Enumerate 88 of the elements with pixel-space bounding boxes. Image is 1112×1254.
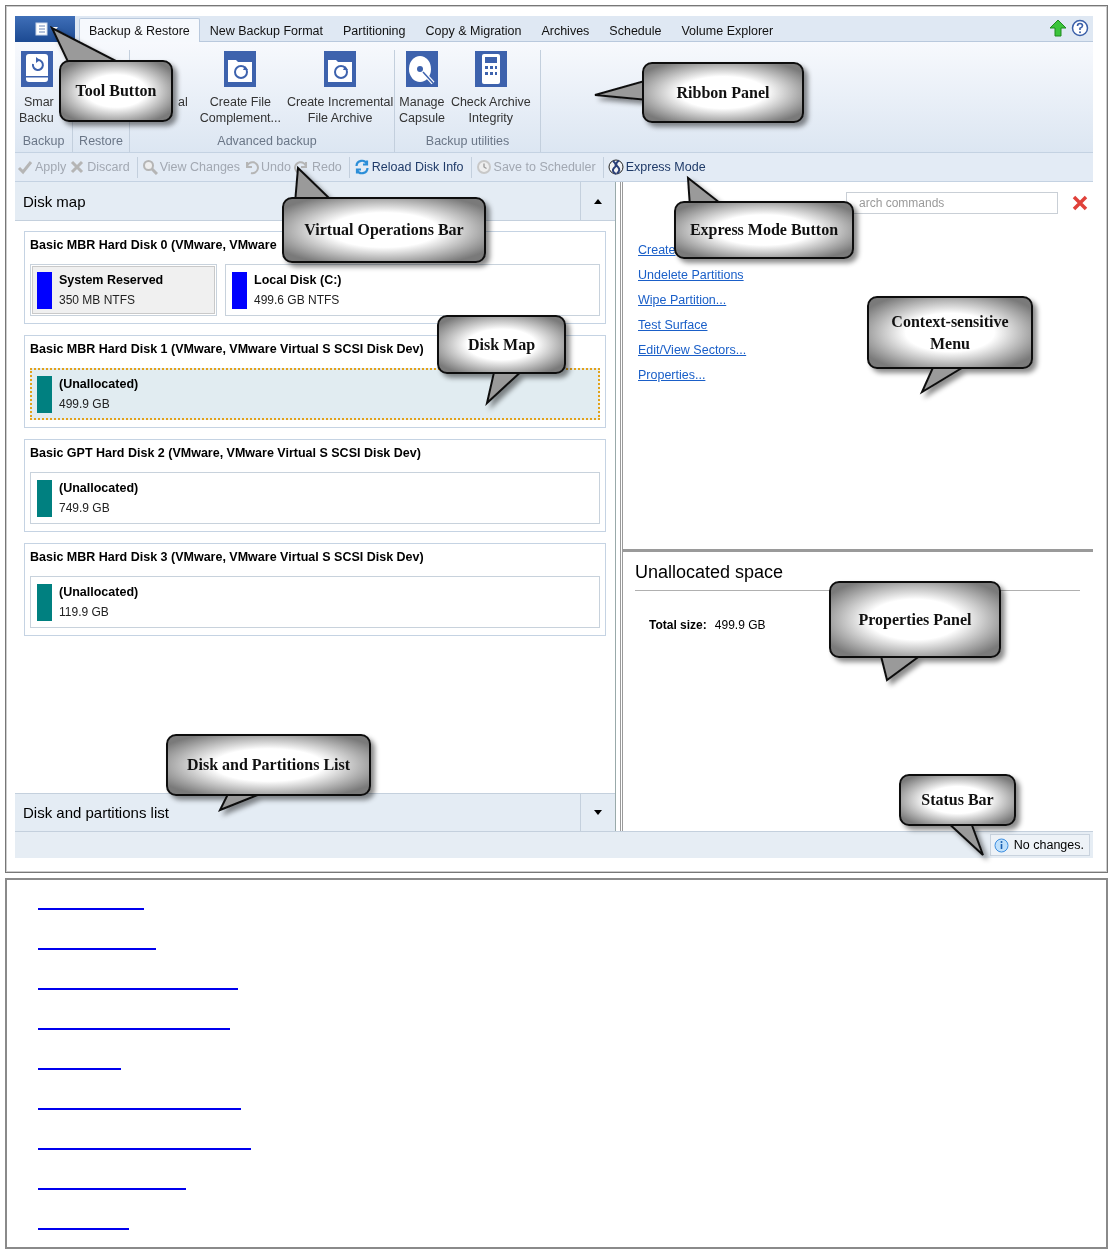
ribbon-group-label: Backup utilities (424, 133, 511, 150)
express-mode-button[interactable]: Express Mode (607, 159, 709, 175)
property-label: Total size: (649, 618, 707, 632)
link-underline[interactable] (38, 908, 144, 910)
panel-title: Disk and partitions list (22, 804, 170, 821)
disk-title: Basic MBR Hard Disk 3 (VMware, VMware Virtual S SCSI Disk Dev) (30, 550, 424, 566)
folder-icon (323, 50, 358, 88)
search-field[interactable]: arch commands (846, 192, 1058, 214)
tab[interactable]: Schedule (599, 19, 672, 42)
magnifier-icon (141, 159, 158, 175)
partition-name: System Reserved (59, 273, 164, 287)
refresh-icon (353, 159, 370, 175)
tab[interactable]: Volume Explorer (671, 19, 784, 42)
partition-name: (Unallocated) (59, 481, 139, 495)
partition-name: (Unallocated) (59, 377, 139, 391)
redo-icon (293, 159, 310, 175)
link-underline[interactable] (38, 1108, 241, 1110)
callout-label: Ribbon Panel (676, 82, 770, 103)
check-icon (17, 159, 33, 175)
callout-label: Virtual Operations Bar (304, 220, 464, 241)
tab[interactable]: Archives (531, 19, 600, 42)
partition-tile[interactable]: System Reserved 350 MB NTFS (30, 264, 217, 316)
partition-tile[interactable]: (Unallocated) 499.9 GB (30, 368, 600, 420)
callout-label: Status Bar (921, 790, 994, 810)
partition-size: 350 MB NTFS (59, 293, 137, 307)
command-link[interactable]: Wipe Partition... (638, 291, 727, 310)
globe-icon (607, 159, 624, 175)
command-link[interactable]: Edit/View Sectors... (638, 341, 747, 360)
partition-name: Local Disk (C:) (254, 273, 342, 287)
clock-icon (475, 159, 492, 175)
command-link[interactable]: Properties... (638, 366, 706, 385)
link-underline[interactable] (38, 1148, 251, 1150)
up-arrow-icon[interactable] (1049, 19, 1067, 37)
ribbon-group-label: Advanced backup (216, 133, 318, 150)
partition-size: 499.6 GB NTFS (254, 293, 341, 307)
close-icon[interactable] (1072, 195, 1088, 211)
callout-label: Context-sensitive Menu (890, 311, 1010, 354)
ribbon-button[interactable]: Manage Capsule (399, 50, 445, 132)
ribbon-button[interactable]: Create Incremental File Archive (287, 50, 394, 132)
caret-up-icon (594, 198, 602, 204)
command-link[interactable]: Create (638, 241, 676, 260)
callout-label: Disk Map (467, 334, 536, 356)
ribbon-button[interactable]: al (178, 94, 188, 110)
undo-icon (243, 159, 260, 175)
partition-size: 749.9 GB (59, 501, 111, 515)
disk-title: Basic GPT Hard Disk 2 (VMware, VMware Virtual S SCSI Disk Dev) (30, 446, 421, 462)
link-underline[interactable] (38, 1228, 129, 1230)
disc-wrench-icon (404, 50, 439, 88)
cross-icon (69, 159, 86, 175)
tab[interactable]: New Backup Format (199, 19, 333, 42)
calculator-icon (473, 50, 508, 88)
caret-down-icon (594, 810, 602, 815)
partition-tile[interactable]: Local Disk (C:) 499.6 GB NTFS (225, 264, 600, 316)
ribbon-button[interactable]: Create File Complement... (199, 50, 281, 132)
info-icon (993, 837, 1009, 853)
ribbon-button[interactable]: Smar Backu (19, 50, 54, 132)
partition-name: (Unallocated) (59, 585, 139, 599)
partition-tile[interactable]: (Unallocated) 749.9 GB (30, 472, 600, 524)
command-link[interactable]: Test Surface (638, 316, 708, 335)
link-underline[interactable] (38, 1068, 121, 1070)
folder-icon (223, 50, 258, 88)
disk-title: Basic MBR Hard Disk 0 (VMware, VMware (30, 238, 277, 254)
callout-label: Tool Button (75, 81, 157, 101)
command-link[interactable]: Undelete Partitions (638, 266, 744, 285)
tab[interactable]: Copy & Migration (415, 19, 532, 42)
status-text: No changes. (1013, 838, 1084, 852)
drive-icon (19, 50, 54, 88)
partition-size: 499.9 GB (59, 397, 111, 411)
panel-title: Disk map (22, 192, 87, 210)
ribbon-group-label: Backup (21, 133, 66, 150)
ribbon-group-label: Restore (78, 133, 124, 150)
toolbar-button[interactable]: Reload Disk Info (353, 159, 467, 175)
help-icon[interactable] (1071, 19, 1089, 37)
property-value: 499.9 GB (714, 618, 766, 632)
callout-label: Express Mode Button (689, 220, 839, 241)
disk-title: Basic MBR Hard Disk 1 (VMware, VMware Virtual S SCSI Disk Dev) (30, 342, 424, 358)
link-underline[interactable] (38, 1188, 186, 1190)
partition-size: 119.9 GB (59, 605, 110, 619)
properties-title: Unallocated space (635, 562, 785, 584)
link-underline[interactable] (38, 988, 238, 990)
link-underline[interactable] (38, 948, 156, 950)
callout-label: Properties Panel (858, 609, 972, 631)
link-underline[interactable] (38, 1028, 230, 1030)
tab[interactable]: Partitioning (333, 19, 416, 42)
partition-tile[interactable]: (Unallocated) 119.9 GB (30, 576, 600, 628)
tab[interactable]: Backup & Restore (79, 18, 200, 42)
callout-label: Disk and Partitions List (186, 755, 351, 775)
ribbon-button[interactable]: Check Archive Integrity (450, 50, 531, 132)
